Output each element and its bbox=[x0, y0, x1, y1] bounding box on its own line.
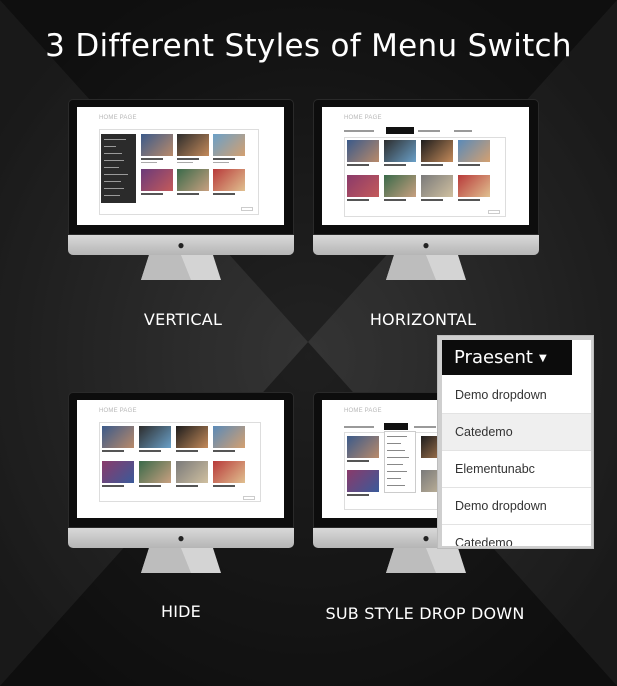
dropdown-trigger-label: Praesent bbox=[454, 347, 533, 368]
dropdown-item-catedemo[interactable]: Catedemo bbox=[442, 414, 591, 451]
dropdown-item-elementunabc[interactable]: Elementunabc bbox=[442, 451, 591, 488]
monitor-horizontal: HOME PAGE ● bbox=[313, 99, 539, 280]
dropdown-zoom-panel: Praesent ▼ Demo dropdown Catedemo Element… bbox=[437, 335, 594, 549]
apple-logo-icon: ● bbox=[177, 238, 185, 252]
monitor-hide: HOME PAGE ● bbox=[68, 392, 294, 573]
caret-down-icon: ▼ bbox=[538, 352, 547, 364]
vertical-menu bbox=[101, 134, 136, 203]
label-hide: HIDE bbox=[161, 602, 201, 621]
mini-dropdown bbox=[384, 431, 416, 493]
dropdown-menu: Demo dropdown Catedemo Elementunabc Demo… bbox=[442, 377, 591, 546]
apple-logo-icon: ● bbox=[177, 531, 185, 545]
dropdown-item-demo-dropdown[interactable]: Demo dropdown bbox=[442, 377, 591, 414]
monitor-stand bbox=[386, 548, 466, 573]
apple-logo-icon: ● bbox=[422, 531, 430, 545]
screen-horizontal: HOME PAGE bbox=[322, 107, 529, 225]
label-horizontal: HORIZONTAL bbox=[369, 310, 477, 329]
apple-logo-icon: ● bbox=[422, 238, 430, 252]
page-headline: 3 Different Styles of Menu Switch bbox=[45, 28, 572, 64]
screen-title: HOME PAGE bbox=[99, 408, 137, 414]
monitor-stand bbox=[141, 548, 221, 573]
screen-title: HOME PAGE bbox=[344, 115, 382, 121]
screen-title: HOME PAGE bbox=[99, 115, 137, 121]
monitor-vertical: HOME PAGE ● bbox=[68, 99, 294, 280]
label-vertical: VERTICAL bbox=[143, 310, 223, 329]
dropdown-item-catedemo-2[interactable]: Catedemo bbox=[442, 525, 591, 546]
screen-title: HOME PAGE bbox=[344, 408, 382, 414]
screen-vertical: HOME PAGE bbox=[77, 107, 284, 225]
dropdown-item-demo-dropdown-2[interactable]: Demo dropdown bbox=[442, 488, 591, 525]
monitor-stand bbox=[386, 255, 466, 280]
label-sub-dropdown: SUB STYLE DROP DOWN bbox=[325, 604, 525, 623]
screen-hide: HOME PAGE bbox=[77, 400, 284, 518]
monitor-stand bbox=[141, 255, 221, 280]
dropdown-trigger-button[interactable]: Praesent ▼ bbox=[442, 340, 572, 375]
